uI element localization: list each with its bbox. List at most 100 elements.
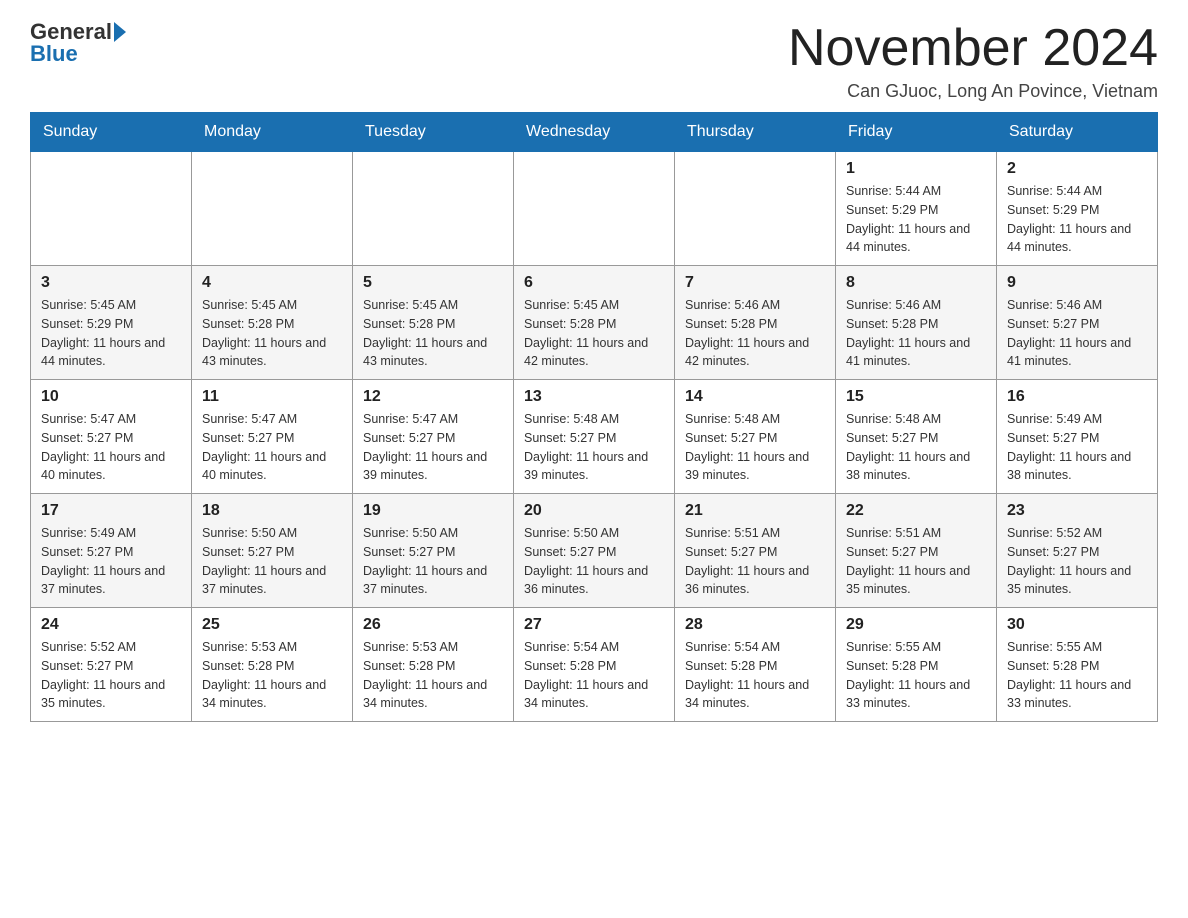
- day-of-week-header: Sunday: [31, 113, 192, 152]
- day-number: 15: [846, 388, 986, 406]
- day-info: Sunrise: 5:45 AMSunset: 5:28 PMDaylight:…: [202, 296, 342, 371]
- day-number: 22: [846, 502, 986, 520]
- calendar-cell: 28 Sunrise: 5:54 AMSunset: 5:28 PMDayligh…: [675, 608, 836, 722]
- calendar-cell: [675, 152, 836, 266]
- header: General Blue November 2024 Can GJuoc, Lo…: [30, 20, 1158, 102]
- day-number: 9: [1007, 274, 1147, 292]
- day-number: 3: [41, 274, 181, 292]
- logo: General Blue: [30, 20, 126, 66]
- day-number: 26: [363, 616, 503, 634]
- calendar-cell: 27 Sunrise: 5:54 AMSunset: 5:28 PMDayligh…: [514, 608, 675, 722]
- day-info: Sunrise: 5:45 AMSunset: 5:29 PMDaylight:…: [41, 296, 181, 371]
- calendar-week-row: 10 Sunrise: 5:47 AMSunset: 5:27 PMDayligh…: [31, 380, 1158, 494]
- calendar-cell: 10 Sunrise: 5:47 AMSunset: 5:27 PMDayligh…: [31, 380, 192, 494]
- day-info: Sunrise: 5:52 AMSunset: 5:27 PMDaylight:…: [41, 638, 181, 713]
- day-info: Sunrise: 5:54 AMSunset: 5:28 PMDaylight:…: [685, 638, 825, 713]
- day-number: 1: [846, 160, 986, 178]
- day-number: 4: [202, 274, 342, 292]
- day-info: Sunrise: 5:44 AMSunset: 5:29 PMDaylight:…: [1007, 182, 1147, 257]
- day-info: Sunrise: 5:54 AMSunset: 5:28 PMDaylight:…: [524, 638, 664, 713]
- calendar-table: SundayMondayTuesdayWednesdayThursdayFrid…: [30, 112, 1158, 722]
- calendar-cell: 20 Sunrise: 5:50 AMSunset: 5:27 PMDayligh…: [514, 494, 675, 608]
- day-info: Sunrise: 5:51 AMSunset: 5:27 PMDaylight:…: [685, 524, 825, 599]
- calendar-cell: [192, 152, 353, 266]
- day-number: 8: [846, 274, 986, 292]
- day-number: 5: [363, 274, 503, 292]
- calendar-cell: 25 Sunrise: 5:53 AMSunset: 5:28 PMDayligh…: [192, 608, 353, 722]
- day-number: 24: [41, 616, 181, 634]
- calendar-cell: 24 Sunrise: 5:52 AMSunset: 5:27 PMDayligh…: [31, 608, 192, 722]
- month-title: November 2024: [788, 20, 1158, 77]
- day-number: 18: [202, 502, 342, 520]
- day-of-week-header: Friday: [836, 113, 997, 152]
- day-info: Sunrise: 5:50 AMSunset: 5:27 PMDaylight:…: [524, 524, 664, 599]
- day-number: 6: [524, 274, 664, 292]
- day-info: Sunrise: 5:50 AMSunset: 5:27 PMDaylight:…: [202, 524, 342, 599]
- calendar-cell: 22 Sunrise: 5:51 AMSunset: 5:27 PMDayligh…: [836, 494, 997, 608]
- logo-arrow-icon: [114, 22, 126, 42]
- calendar-cell: 8 Sunrise: 5:46 AMSunset: 5:28 PMDaylight…: [836, 266, 997, 380]
- day-info: Sunrise: 5:44 AMSunset: 5:29 PMDaylight:…: [846, 182, 986, 257]
- day-info: Sunrise: 5:48 AMSunset: 5:27 PMDaylight:…: [685, 410, 825, 485]
- day-of-week-header: Thursday: [675, 113, 836, 152]
- day-number: 19: [363, 502, 503, 520]
- calendar-week-row: 3 Sunrise: 5:45 AMSunset: 5:29 PMDaylight…: [31, 266, 1158, 380]
- title-area: November 2024 Can GJuoc, Long An Povince…: [788, 20, 1158, 102]
- day-number: 25: [202, 616, 342, 634]
- day-number: 13: [524, 388, 664, 406]
- day-info: Sunrise: 5:47 AMSunset: 5:27 PMDaylight:…: [41, 410, 181, 485]
- day-number: 21: [685, 502, 825, 520]
- day-info: Sunrise: 5:46 AMSunset: 5:27 PMDaylight:…: [1007, 296, 1147, 371]
- calendar-cell: 3 Sunrise: 5:45 AMSunset: 5:29 PMDaylight…: [31, 266, 192, 380]
- day-info: Sunrise: 5:50 AMSunset: 5:27 PMDaylight:…: [363, 524, 503, 599]
- day-number: 28: [685, 616, 825, 634]
- calendar-cell: 16Sunrise: 5:49 AMSunset: 5:27 PMDayligh…: [997, 380, 1158, 494]
- day-number: 16: [1007, 388, 1147, 406]
- day-info: Sunrise: 5:48 AMSunset: 5:27 PMDaylight:…: [524, 410, 664, 485]
- day-number: 23: [1007, 502, 1147, 520]
- calendar-cell: 7 Sunrise: 5:46 AMSunset: 5:28 PMDaylight…: [675, 266, 836, 380]
- day-of-week-header: Saturday: [997, 113, 1158, 152]
- day-info: Sunrise: 5:47 AMSunset: 5:27 PMDaylight:…: [202, 410, 342, 485]
- day-number: 20: [524, 502, 664, 520]
- calendar-cell: 13 Sunrise: 5:48 AMSunset: 5:27 PMDayligh…: [514, 380, 675, 494]
- calendar-cell: 19 Sunrise: 5:50 AMSunset: 5:27 PMDayligh…: [353, 494, 514, 608]
- calendar-cell: [31, 152, 192, 266]
- calendar-cell: 12Sunrise: 5:47 AMSunset: 5:27 PMDayligh…: [353, 380, 514, 494]
- day-info: Sunrise: 5:53 AMSunset: 5:28 PMDaylight:…: [363, 638, 503, 713]
- day-info: Sunrise: 5:53 AMSunset: 5:28 PMDaylight:…: [202, 638, 342, 713]
- day-info: Sunrise: 5:48 AMSunset: 5:27 PMDaylight:…: [846, 410, 986, 485]
- day-info: Sunrise: 5:46 AMSunset: 5:28 PMDaylight:…: [846, 296, 986, 371]
- calendar-cell: [514, 152, 675, 266]
- location-subtitle: Can GJuoc, Long An Povince, Vietnam: [788, 81, 1158, 102]
- day-number: 7: [685, 274, 825, 292]
- day-info: Sunrise: 5:55 AMSunset: 5:28 PMDaylight:…: [846, 638, 986, 713]
- calendar-cell: 30 Sunrise: 5:55 AMSunset: 5:28 PMDayligh…: [997, 608, 1158, 722]
- day-of-week-header: Tuesday: [353, 113, 514, 152]
- calendar-week-row: 17Sunrise: 5:49 AMSunset: 5:27 PMDayligh…: [31, 494, 1158, 608]
- day-number: 30: [1007, 616, 1147, 634]
- logo-blue-text: Blue: [30, 41, 78, 66]
- day-info: Sunrise: 5:46 AMSunset: 5:28 PMDaylight:…: [685, 296, 825, 371]
- calendar-cell: 11 Sunrise: 5:47 AMSunset: 5:27 PMDayligh…: [192, 380, 353, 494]
- day-number: 10: [41, 388, 181, 406]
- day-info: Sunrise: 5:49 AMSunset: 5:27 PMDaylight:…: [41, 524, 181, 599]
- day-number: 11: [202, 388, 342, 406]
- calendar-cell: 29 Sunrise: 5:55 AMSunset: 5:28 PMDayligh…: [836, 608, 997, 722]
- day-number: 14: [685, 388, 825, 406]
- calendar-cell: 14 Sunrise: 5:48 AMSunset: 5:27 PMDayligh…: [675, 380, 836, 494]
- calendar-week-row: 1 Sunrise: 5:44 AMSunset: 5:29 PMDaylight…: [31, 152, 1158, 266]
- calendar-week-row: 24 Sunrise: 5:52 AMSunset: 5:27 PMDayligh…: [31, 608, 1158, 722]
- calendar-cell: 5Sunrise: 5:45 AMSunset: 5:28 PMDaylight…: [353, 266, 514, 380]
- calendar-cell: 9 Sunrise: 5:46 AMSunset: 5:27 PMDaylight…: [997, 266, 1158, 380]
- day-of-week-header: Wednesday: [514, 113, 675, 152]
- day-number: 27: [524, 616, 664, 634]
- calendar-cell: 2Sunrise: 5:44 AMSunset: 5:29 PMDaylight…: [997, 152, 1158, 266]
- calendar-cell: 4 Sunrise: 5:45 AMSunset: 5:28 PMDaylight…: [192, 266, 353, 380]
- calendar-cell: 26 Sunrise: 5:53 AMSunset: 5:28 PMDayligh…: [353, 608, 514, 722]
- calendar-cell: 6Sunrise: 5:45 AMSunset: 5:28 PMDaylight…: [514, 266, 675, 380]
- day-info: Sunrise: 5:55 AMSunset: 5:28 PMDaylight:…: [1007, 638, 1147, 713]
- calendar-cell: [353, 152, 514, 266]
- day-info: Sunrise: 5:51 AMSunset: 5:27 PMDaylight:…: [846, 524, 986, 599]
- day-number: 29: [846, 616, 986, 634]
